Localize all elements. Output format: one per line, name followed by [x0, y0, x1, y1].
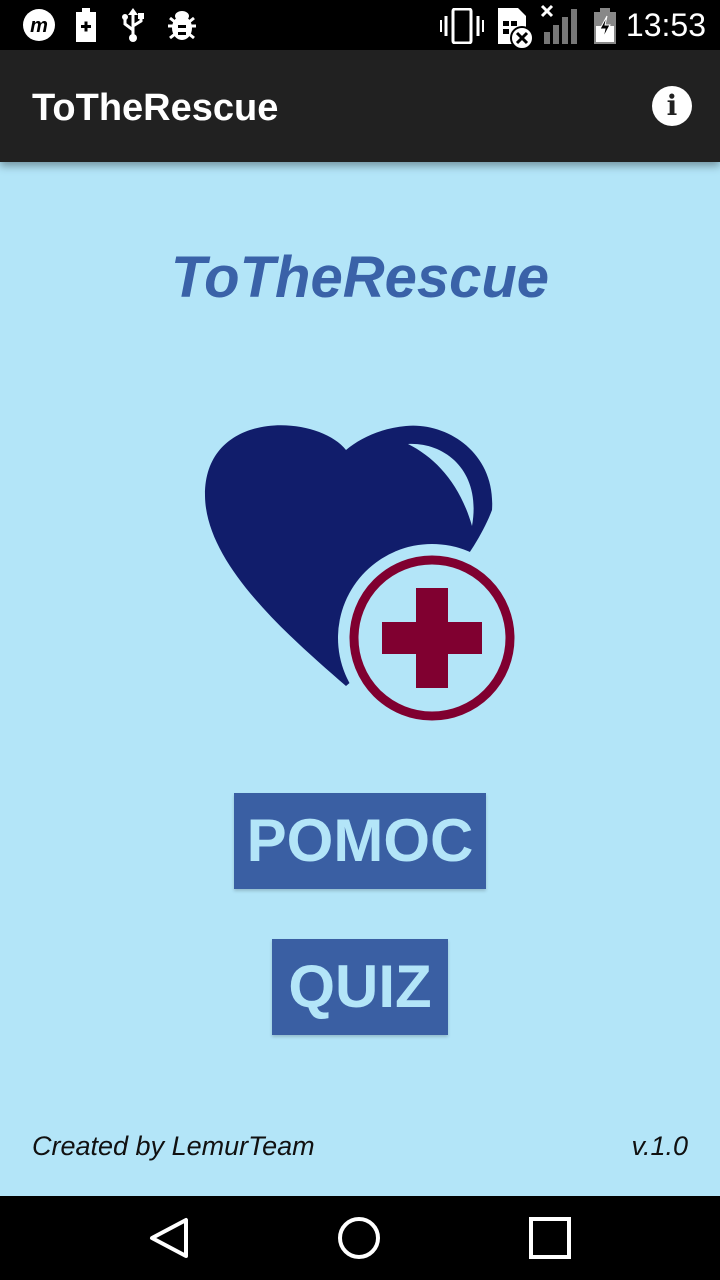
battery-charging-icon [594, 8, 616, 44]
recents-icon[interactable] [526, 1214, 574, 1262]
back-icon[interactable] [146, 1214, 194, 1262]
credits-text: Created by LemurTeam [32, 1131, 315, 1161]
battery-saver-icon [76, 8, 96, 42]
info-icon: i [666, 89, 678, 122]
status-clock: 13:53 [625, 7, 706, 43]
m-notification-icon: m [23, 9, 55, 41]
usb-icon [122, 8, 144, 42]
heart-medical-cross-icon [204, 425, 526, 730]
vibrate-icon [440, 8, 484, 44]
app-screen: m 13:53 ToTheRescue i ToTheRescue POMOC … [0, 0, 720, 1280]
sim-error-icon [498, 8, 534, 50]
app-headline: ToTheRescue [170, 245, 550, 310]
toolbar-title: ToTheRescue [32, 87, 279, 129]
svg-text:m: m [30, 15, 48, 37]
home-icon[interactable] [335, 1214, 383, 1262]
app-toolbar: ToTheRescue i [0, 50, 720, 162]
debug-bug-icon [168, 11, 196, 40]
signal-no-service-icon [540, 4, 577, 44]
help-button[interactable]: POMOC [234, 793, 486, 889]
info-button[interactable]: i [652, 86, 692, 126]
status-bar: m 13:53 [0, 0, 720, 50]
version-text: v.1.0 [631, 1131, 688, 1161]
navigation-bar [0, 1196, 720, 1280]
quiz-button[interactable]: QUIZ [272, 939, 448, 1035]
